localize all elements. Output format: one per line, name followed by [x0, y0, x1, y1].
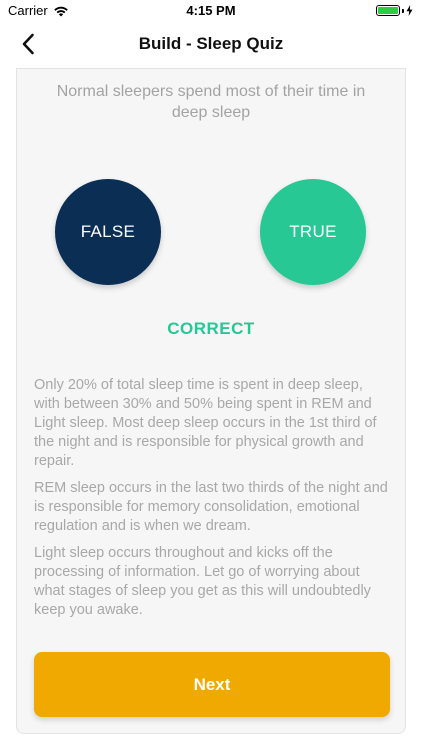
false-answer-button[interactable]: FALSE — [55, 179, 161, 285]
explanation-text: Only 20% of total sleep time is spent in… — [34, 376, 391, 628]
status-time: 4:15 PM — [186, 3, 236, 18]
false-answer-label: FALSE — [80, 222, 136, 241]
page-title: Build - Sleep Quiz — [138, 34, 284, 53]
status-bar: Carrier 4:15 PM — [0, 0, 422, 22]
battery-icon — [376, 5, 400, 16]
battery-cap — [402, 8, 404, 13]
next-button[interactable]: Next — [34, 652, 390, 717]
true-answer-button[interactable]: TRUE — [260, 179, 366, 285]
explanation-paragraph: REM sleep occurs in the last two thirds … — [34, 480, 388, 534]
true-answer-label: TRUE — [289, 222, 337, 241]
explanation-paragraph: Light sleep occurs throughout and kicks … — [34, 545, 371, 618]
quiz-card: Normal sleepers spend most of their time… — [16, 68, 406, 734]
next-button-label: Next — [193, 674, 231, 694]
battery-indicator — [376, 5, 413, 16]
explanation-paragraph: Only 20% of total sleep time is spent in… — [34, 377, 377, 469]
result-label: CORRECT — [167, 319, 255, 338]
charging-bolt-icon — [406, 5, 413, 16]
quiz-question: Normal sleepers spend most of their time… — [56, 83, 366, 121]
navigation-bar: Build - Sleep Quiz — [0, 22, 422, 66]
